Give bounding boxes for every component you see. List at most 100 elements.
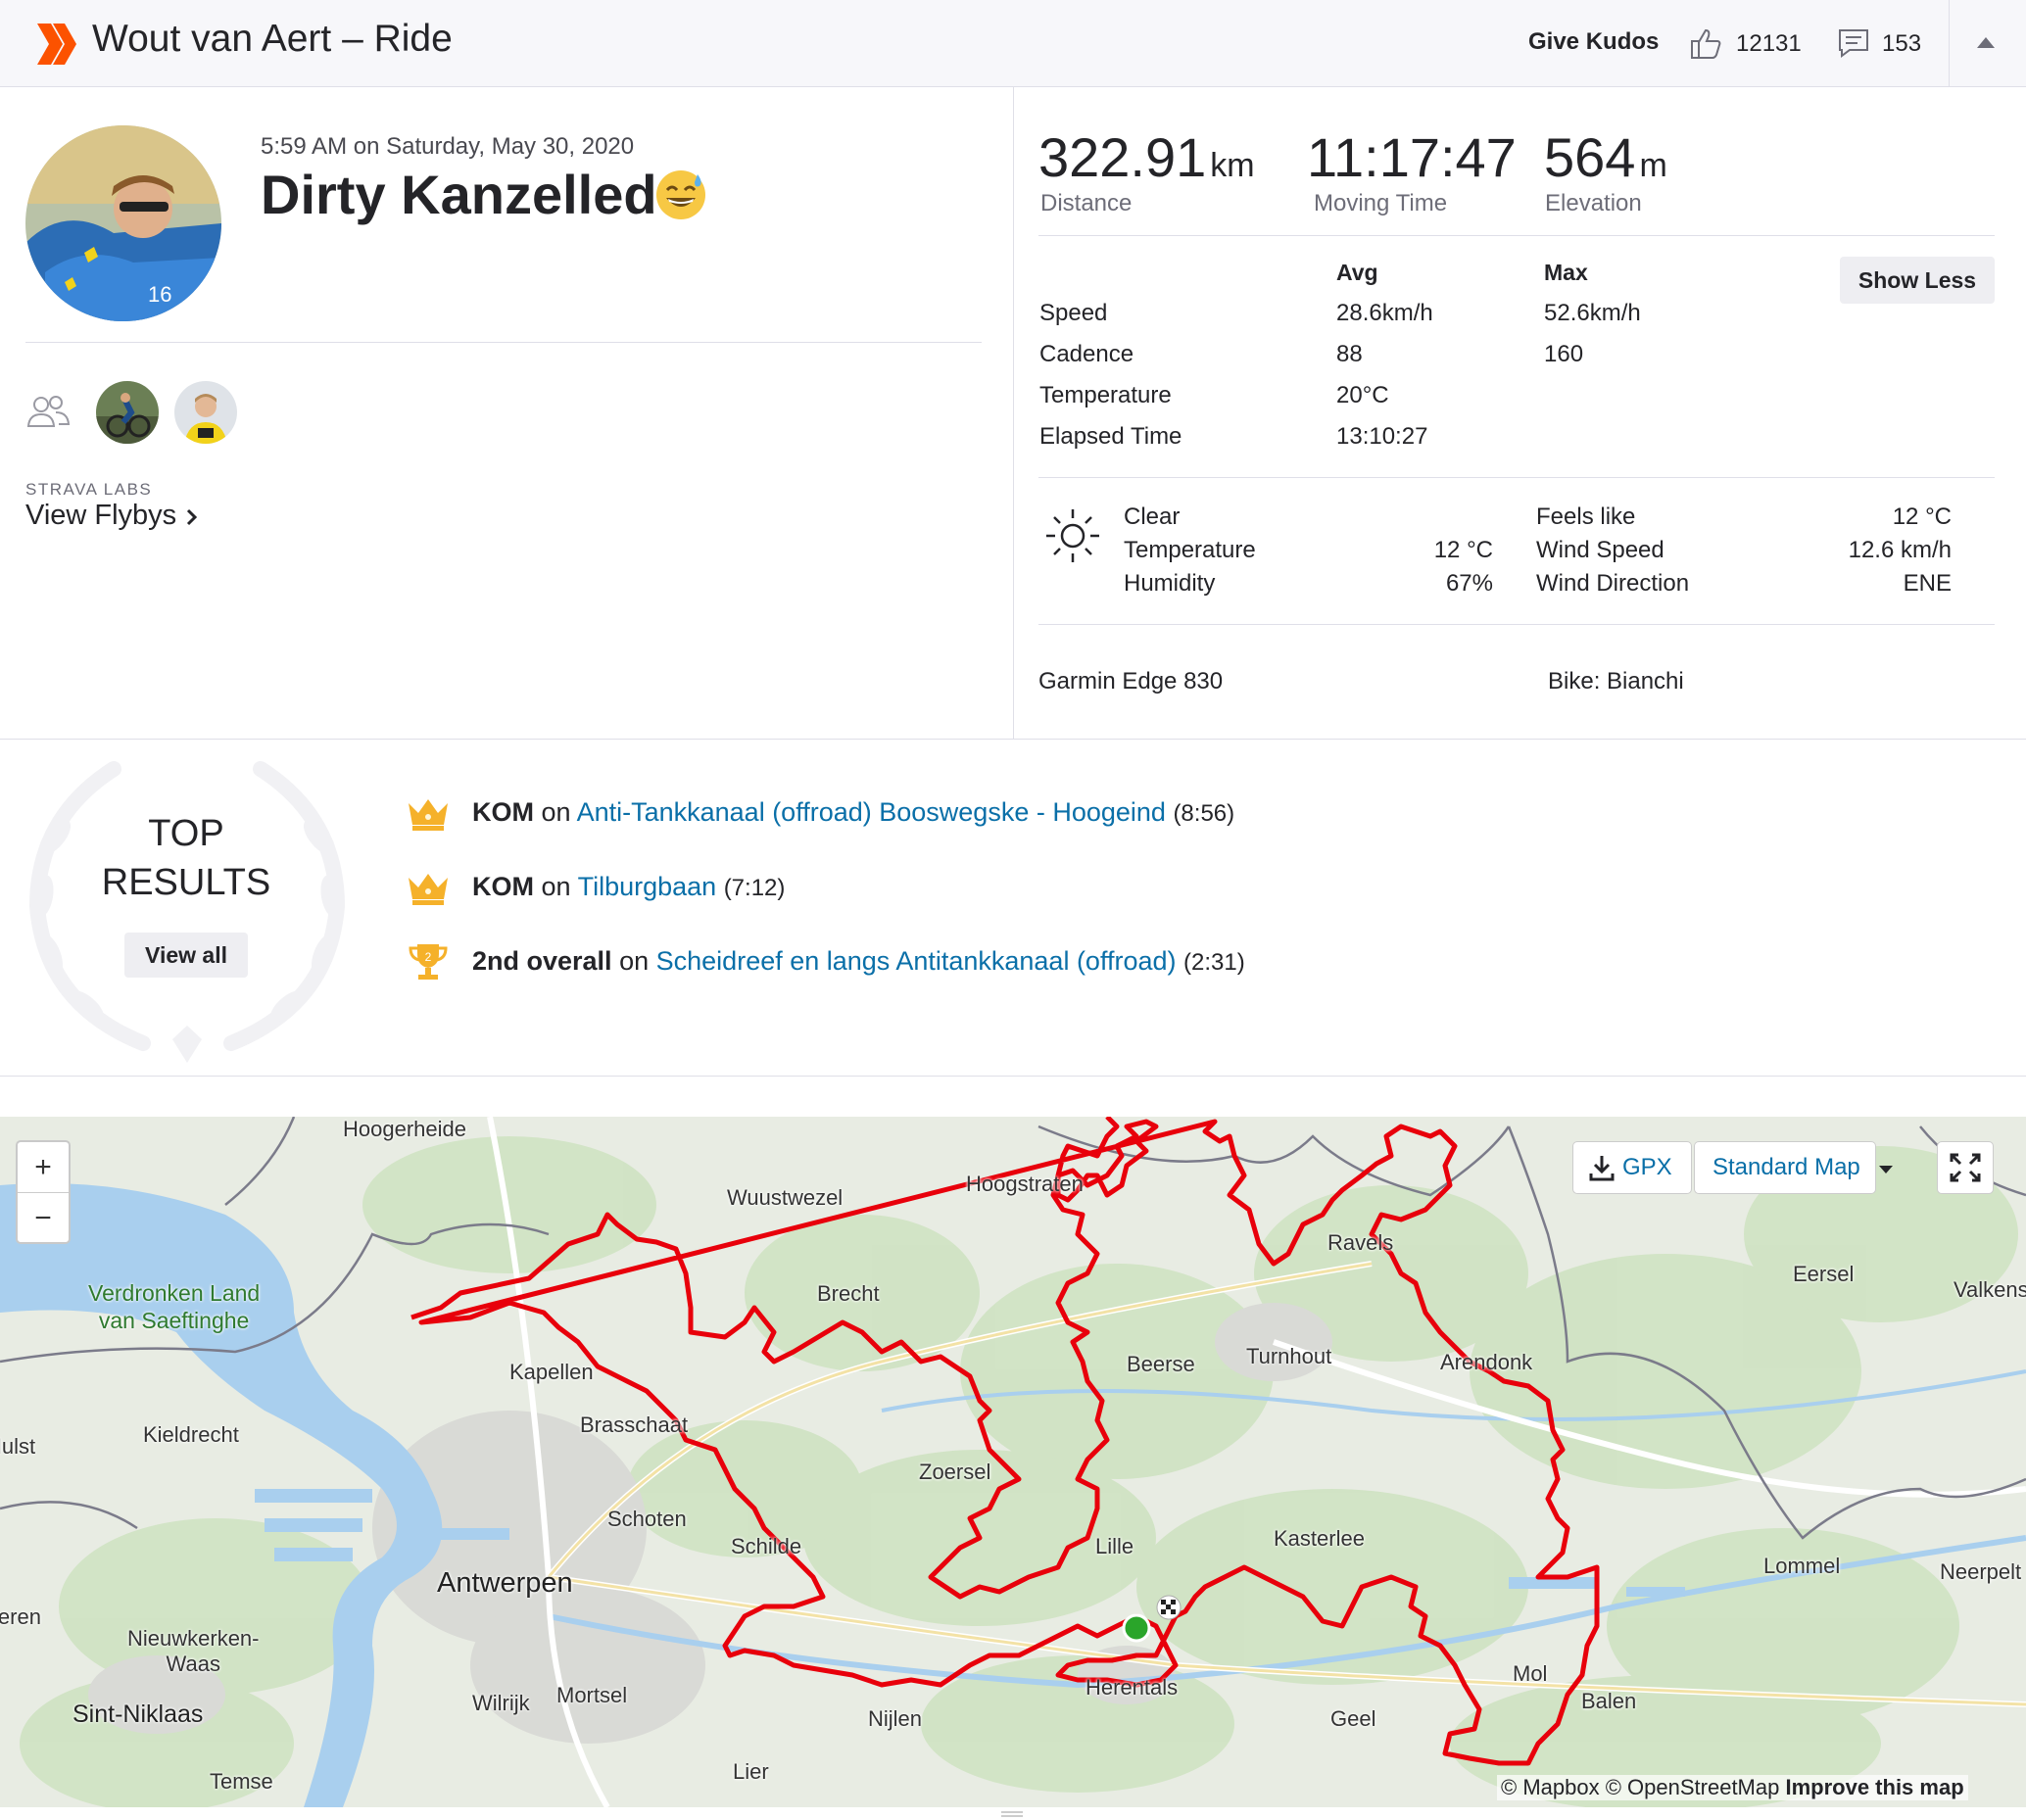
route-map[interactable]: Hoogerheide Wuustwezel Hoogstraten Ravel… — [0, 1117, 2026, 1807]
elevation-number: 564 — [1544, 126, 1636, 188]
weather-temperature-label: Temperature — [1124, 537, 1256, 563]
stat-label-temperature: Temperature — [1039, 382, 1172, 408]
achievement-time: (2:31) — [1183, 949, 1245, 976]
stat-avg-cadence: 88 — [1336, 341, 1363, 367]
weather-humidity-label: Humidity — [1124, 570, 1216, 597]
weather-wind-speed-value: 12.6 km/h — [1848, 537, 1952, 563]
kudos-count[interactable]: 12131 — [1736, 30, 1802, 58]
give-kudos-button[interactable]: Give Kudos — [1528, 28, 1659, 56]
comment-icon[interactable] — [1838, 27, 1869, 59]
map-label: Nieuwkerken- Waas — [127, 1626, 260, 1677]
map-canvas[interactable] — [0, 1117, 2026, 1807]
map-label: Lille — [1095, 1534, 1134, 1558]
top-results-title-line2: RESULTS — [101, 862, 271, 903]
zoom-out-button[interactable]: − — [18, 1192, 69, 1242]
stats-divider — [1038, 235, 1995, 236]
weather-wind-speed-label: Wind Speed — [1536, 537, 1664, 563]
achievement-time: (7:12) — [723, 875, 786, 901]
map-label: Herentals — [1085, 1675, 1179, 1700]
map-label: Wilrijk — [472, 1691, 530, 1715]
map-label: Sint-Niklaas — [72, 1700, 204, 1728]
stat-avg-temperature: 20°C — [1336, 382, 1389, 408]
group-athlete-avatar[interactable] — [174, 381, 237, 444]
svg-text:16: 16 — [148, 282, 171, 307]
map-label: Beerse — [1127, 1352, 1195, 1376]
show-less-button[interactable]: Show Less — [1840, 257, 1995, 304]
route-start-marker — [1122, 1613, 1151, 1643]
section-divider — [0, 739, 2026, 740]
elevation-value: 564 m — [1544, 125, 1667, 189]
map-label-line: Nieuwkerken- — [127, 1626, 260, 1651]
zoom-in-button[interactable]: + — [18, 1142, 69, 1192]
stat-max-cadence: 160 — [1544, 341, 1584, 367]
activity-name: Dirty Kanzelled — [261, 164, 657, 225]
improve-map-link[interactable]: Improve this map — [1785, 1775, 1963, 1799]
weather-temperature-value: 12 °C — [1433, 537, 1493, 563]
trophy-icon: 2 — [409, 944, 448, 980]
achievement-rank: KOM — [472, 797, 534, 827]
map-label: Brasschaat — [580, 1413, 689, 1437]
resize-grip-icon[interactable] — [1001, 1810, 1023, 1818]
stat-label-speed: Speed — [1039, 300, 1108, 326]
segment-link[interactable]: Tilburgbaan — [578, 872, 717, 901]
map-label: Neerpelt — [1940, 1559, 2022, 1584]
distance-unit: km — [1210, 147, 1255, 184]
athlete-avatar[interactable]: 16 — [25, 125, 221, 321]
distance-value: 322.91 km — [1038, 125, 1255, 189]
avg-column-header: Avg — [1336, 260, 1378, 285]
download-gpx-button[interactable]: GPX — [1573, 1142, 1691, 1193]
map-label-park-line: Verdronken Land — [88, 1280, 261, 1306]
view-flybys-link[interactable]: View Flybys — [25, 500, 176, 532]
achievement-text: KOM on Tilburgbaan (7:12) — [472, 872, 785, 902]
map-label: Kieldrecht — [143, 1422, 239, 1447]
group-athlete-avatar[interactable] — [96, 381, 159, 444]
map-label: Kasterlee — [1274, 1526, 1365, 1551]
map-label: Beveren — [0, 1604, 41, 1629]
moving-time-value: 11:17:47 — [1307, 125, 1517, 189]
map-label: Schilde — [731, 1534, 802, 1558]
map-label: Kapellen — [509, 1360, 594, 1384]
section-divider — [0, 1076, 2026, 1077]
map-label: Antwerpen — [437, 1567, 573, 1599]
segment-link[interactable]: Anti-Tankkanaal (offroad) Booswegske - H… — [577, 797, 1166, 827]
mapbox-attribution-link[interactable]: © Mapbox — [1501, 1775, 1600, 1799]
map-style-select[interactable]: Standard Map — [1695, 1142, 1893, 1193]
collapse-caret-icon[interactable] — [1977, 37, 1995, 48]
panel-divider — [1013, 87, 1014, 739]
distance-number: 322.91 — [1038, 126, 1207, 188]
segment-link[interactable]: Scheidreef en langs Antitankkanaal (offr… — [656, 946, 1177, 976]
map-label: Wuustwezel — [727, 1185, 844, 1210]
activity-header: Wout van Aert – Ride Give Kudos 12131 15… — [0, 0, 2026, 87]
map-label: Hulst — [0, 1434, 36, 1459]
achievement-on: on — [541, 872, 571, 901]
map-style-value: Standard Map — [1712, 1154, 1860, 1180]
map-label: Hoogerheide — [343, 1117, 466, 1141]
chevron-down-icon — [1879, 1166, 1893, 1173]
activity-date: 5:59 AM on Saturday, May 30, 2020 — [261, 133, 635, 160]
achievement-text: 2nd overall on Scheidreef en langs Antit… — [472, 946, 1245, 977]
achievement-time: (8:56) — [1173, 800, 1235, 827]
weather-wind-direction-label: Wind Direction — [1536, 570, 1690, 597]
achievement-rank: KOM — [472, 872, 534, 901]
moving-time-number: 11:17:47 — [1307, 126, 1517, 188]
osm-attribution-link[interactable]: © OpenStreetMap — [1606, 1775, 1780, 1799]
fullscreen-button[interactable] — [1938, 1142, 1993, 1193]
achievement-rank: 2nd overall — [472, 946, 612, 976]
weather-feels-like-label: Feels like — [1536, 503, 1636, 530]
achievement-on: on — [619, 946, 650, 976]
map-label: Hoogstraten — [966, 1172, 1084, 1196]
gpx-label: GPX — [1622, 1154, 1672, 1180]
comment-count[interactable]: 153 — [1882, 30, 1921, 58]
stat-avg-speed: 28.6km/h — [1336, 300, 1433, 326]
zoom-control: + − — [16, 1140, 71, 1244]
thumbs-up-icon[interactable] — [1689, 25, 1724, 61]
map-label: Valkens — [1954, 1277, 2026, 1302]
view-all-results-button[interactable]: View all — [124, 933, 248, 978]
top-results-title-line1: TOP — [148, 813, 224, 854]
route-finish-marker — [1156, 1595, 1182, 1620]
weather-feels-like-value: 12 °C — [1892, 503, 1952, 530]
strava-labs-caption: STRAVA LABS — [25, 480, 153, 499]
chevron-right-icon[interactable] — [186, 508, 198, 526]
crown-icon — [409, 799, 448, 831]
group-ride-icon[interactable] — [25, 394, 71, 429]
